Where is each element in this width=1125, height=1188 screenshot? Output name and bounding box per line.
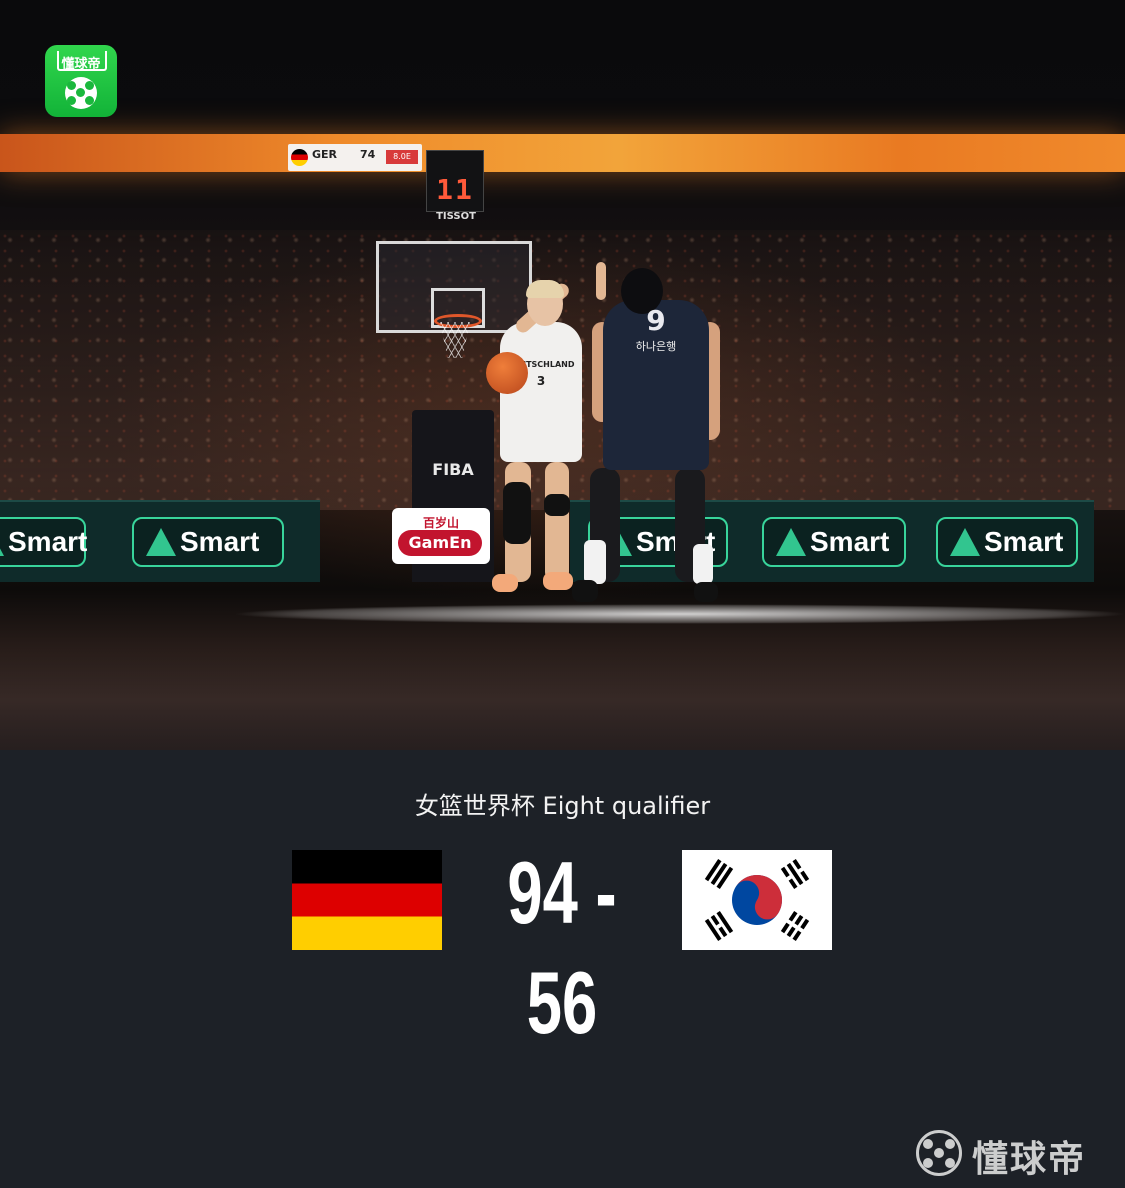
smart-ad: Smart [936,517,1078,567]
scorebug-points: 74 [360,148,376,161]
soccer-ball-icon [65,77,97,109]
led-board-left: Smart Smart [0,500,320,582]
court-floor-reflection [230,604,1125,624]
match-score: 94 - 56 [507,843,617,1052]
watermark: 懂球帝 [914,1128,1114,1180]
match-title: 女篮世界杯 Eight qualifier [414,792,711,820]
smart-ad-label: Smart [180,526,260,557]
basketball-icon [486,352,528,394]
player-korea-number: 9 [646,304,666,337]
soccer-ball-icon [916,1130,962,1176]
hero-photo: GER 74 8.0E 11 TISSOT FIBA Smart Smart 百… [0,0,1125,750]
app-logo-text: 懂球帝 [61,57,101,72]
smart-logo-icon [776,528,806,556]
smart-ad: Smart [132,517,284,567]
smart-ad: Smart [762,517,906,567]
arena-scorebug: GER 74 8.0E [288,144,422,171]
scorebug-team: GER [312,148,338,161]
smart-ad-label: Smart [8,526,88,557]
scorebug-clock: 8.0E [386,150,418,164]
smart-ad-label: Smart [984,526,1064,557]
led-ribbon-board [0,134,1125,172]
taegukgi-graphic [682,850,832,950]
smart-ad-label: Smart [810,526,890,557]
app-logo: 懂球帝 [45,45,117,117]
sponsor-sign: 百岁山 GamEn [392,508,490,564]
smart-logo-icon [146,528,176,556]
timing-brand: TISSOT [436,211,476,222]
watermark-text: 懂球帝 [972,1139,1087,1180]
sponsor-en: GamEn [398,530,482,556]
led-board-right: Smart Smart Smart [570,500,1094,582]
smart-logo-icon [950,528,980,556]
shot-clock-value: 11 [436,173,474,206]
germany-flag-icon [292,850,442,950]
stanchion-brand: FIBA [432,460,474,479]
germany-flag-icon [291,149,308,166]
smart-ad: Smart [0,517,88,567]
sponsor-cn: 百岁山 [422,516,459,530]
south-korea-flag-icon [682,850,832,950]
player-korea-sponsor: 하나은행 [635,340,677,353]
smart-logo-icon [0,528,4,556]
shot-clock: 11 [426,150,484,212]
